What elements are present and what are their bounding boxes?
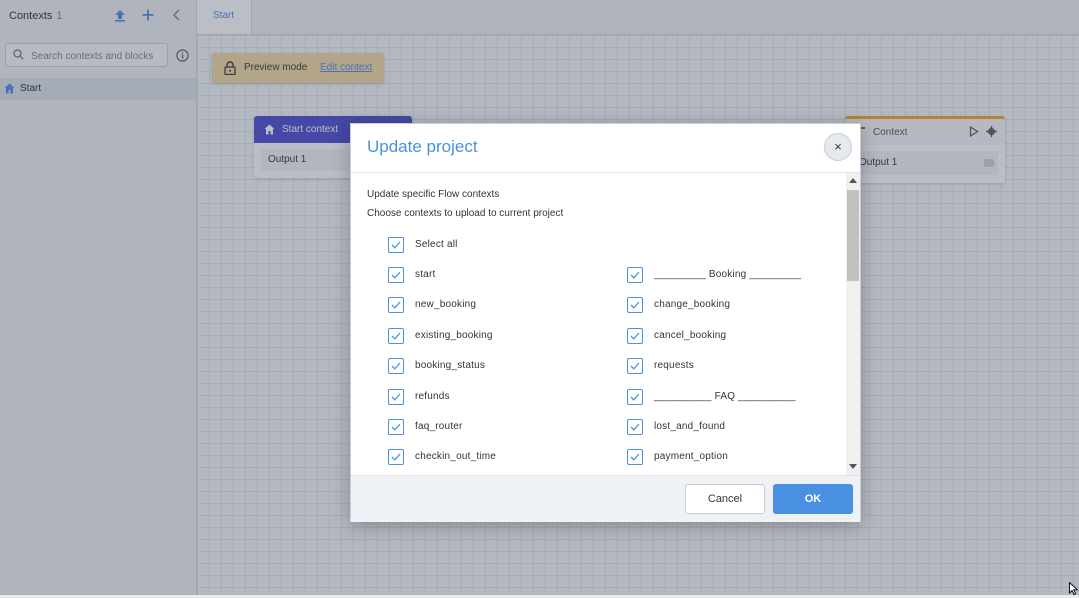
context-label: start (415, 269, 436, 280)
context-checkbox[interactable] (388, 419, 404, 435)
context-checkbox[interactable] (388, 358, 404, 374)
dialog-scrollbar[interactable] (846, 173, 860, 475)
context-label: change_booking (654, 299, 731, 310)
scroll-down-icon[interactable] (849, 464, 857, 469)
context-label: faq_router (415, 421, 463, 432)
context-checkbox[interactable] (388, 389, 404, 405)
context-label: new_booking (415, 299, 477, 310)
dialog-footer: Cancel OK (351, 475, 860, 522)
context-checkbox[interactable] (627, 297, 643, 313)
context-checkbox[interactable] (627, 328, 643, 344)
dialog-body: Update specific Flow contexts Choose con… (351, 173, 846, 475)
dialog-title: Update project (367, 137, 478, 156)
select-all-label: Select all (415, 239, 458, 250)
context-checkbox[interactable] (388, 328, 404, 344)
context-label: booking_status (415, 360, 486, 371)
context-label: requests (654, 360, 694, 371)
context-checkbox[interactable] (627, 358, 643, 374)
cancel-button[interactable]: Cancel (685, 484, 765, 514)
context-checkbox[interactable] (627, 267, 643, 283)
context-label: payment_option (654, 451, 728, 462)
context-checkbox[interactable] (388, 297, 404, 313)
context-checkbox[interactable] (388, 267, 404, 283)
update-project-dialog: Update project × Update specific Flow co… (350, 123, 861, 522)
context-label: existing_booking (415, 330, 493, 341)
context-label: __________ FAQ __________ (654, 391, 796, 402)
scroll-up-icon[interactable] (849, 178, 857, 183)
scrollbar-thumb[interactable] (847, 190, 859, 281)
context-checkbox[interactable] (388, 449, 404, 465)
context-label: checkin_out_time (415, 451, 497, 462)
dialog-instructions: Choose contexts to upload to current pro… (367, 208, 564, 219)
context-checkbox[interactable] (627, 389, 643, 405)
mouse-cursor-icon (1069, 581, 1079, 598)
ok-button[interactable]: OK (773, 484, 853, 514)
close-icon: × (834, 139, 842, 154)
close-button[interactable]: × (824, 133, 852, 161)
context-checkbox[interactable] (627, 449, 643, 465)
context-checkbox[interactable] (627, 419, 643, 435)
context-label: refunds (415, 391, 450, 402)
context-label: cancel_booking (654, 330, 727, 341)
select-all-checkbox[interactable] (388, 237, 404, 253)
context-label: _________ Booking _________ (654, 269, 802, 280)
dialog-description: Update specific Flow contexts (367, 189, 500, 200)
context-label: lost_and_found (654, 421, 726, 432)
